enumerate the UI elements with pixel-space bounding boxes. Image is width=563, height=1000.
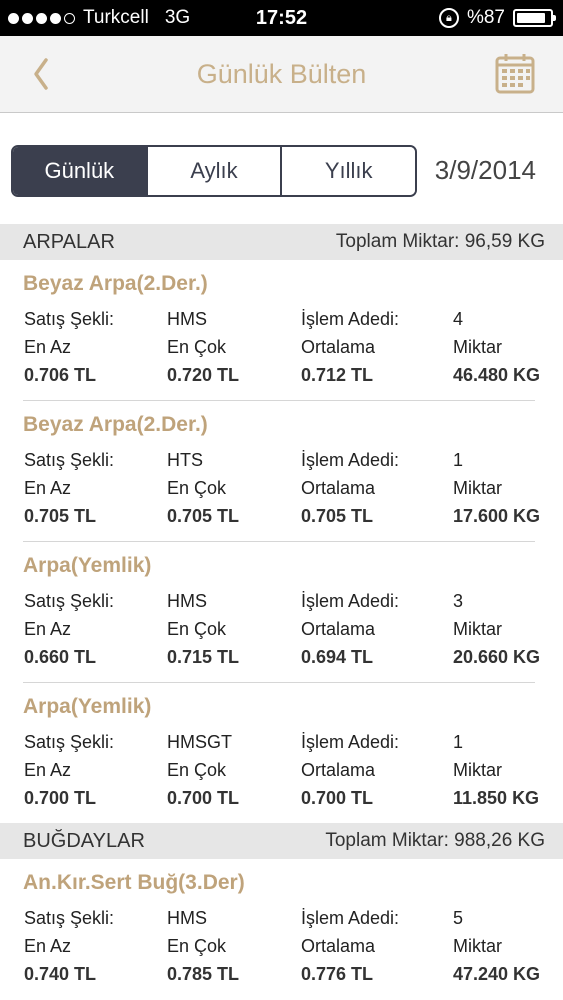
sale-type-label: Satış Şekli: xyxy=(24,450,115,470)
status-right: 🔒︎ %87 xyxy=(438,0,556,36)
rotation-lock-icon: 🔒︎ xyxy=(438,8,459,28)
max-label: En Çok xyxy=(167,619,227,639)
product-name: Arpa(Yemlik) xyxy=(23,554,152,577)
quantity-label: Miktar xyxy=(453,478,502,498)
max-label: En Çok xyxy=(167,760,227,780)
average-price: 0.700 TL xyxy=(301,788,374,808)
list-item[interactable]: An.Kır.Sert Buğ(3.Der) Satış Şekli: HMS … xyxy=(0,859,563,1000)
list-item[interactable]: Beyaz Arpa(2.Der.) Satış Şekli: HTS İşle… xyxy=(0,401,563,542)
min-label: En Az xyxy=(24,478,72,498)
quantity-value: 47.240 KG xyxy=(453,964,541,984)
min-price: 0.740 TL xyxy=(24,964,97,984)
product-name: Beyaz Arpa(2.Der.) xyxy=(23,413,208,436)
section-title: BUĞDAYLAR xyxy=(23,829,145,852)
max-label: En Çok xyxy=(167,478,227,498)
sale-type-value: HMS xyxy=(167,908,207,928)
transaction-count-value: 1 xyxy=(453,732,464,752)
min-label: En Az xyxy=(24,760,72,780)
quantity-value: 20.660 KG xyxy=(453,647,541,667)
battery-icon xyxy=(513,9,556,27)
section-total: Toplam Miktar: 96,59 KG xyxy=(335,231,545,252)
transaction-count-value: 4 xyxy=(453,309,464,329)
average-price: 0.776 TL xyxy=(301,964,374,984)
max-price: 0.700 TL xyxy=(167,788,240,808)
list-item[interactable]: Arpa(Yemlik) Satış Şekli: HMSGT İşlem Ad… xyxy=(0,683,563,824)
average-label: Ortalama xyxy=(301,760,376,780)
min-price: 0.705 TL xyxy=(24,506,97,526)
average-label: Ortalama xyxy=(301,619,376,639)
quantity-label: Miktar xyxy=(453,936,502,956)
min-label: En Az xyxy=(24,337,72,357)
sale-type-value: HTS xyxy=(167,450,203,470)
sale-type-label: Satış Şekli: xyxy=(24,591,115,611)
sale-type-value: HMS xyxy=(167,309,207,329)
segment-daily[interactable]: Günlük xyxy=(13,147,148,195)
min-label: En Az xyxy=(24,936,72,956)
average-label: Ortalama xyxy=(301,478,376,498)
average-price: 0.712 TL xyxy=(301,365,374,385)
segment-monthly[interactable]: Aylık xyxy=(147,147,283,195)
max-label: En Çok xyxy=(167,337,227,357)
section-title: ARPALAR xyxy=(23,230,115,253)
max-price: 0.785 TL xyxy=(167,964,240,984)
average-label: Ortalama xyxy=(301,337,376,357)
page-title: Günlük Bülten xyxy=(196,59,367,89)
product-name: Beyaz Arpa(2.Der.) xyxy=(23,272,208,295)
navigation-bar: Günlük Bülten xyxy=(0,36,563,113)
sale-type-value: HMSGT xyxy=(167,732,232,752)
transaction-count-value: 3 xyxy=(453,591,464,611)
section-header-bugdaylar: BUĞDAYLAR Toplam Miktar: 988,26 KG xyxy=(0,823,563,859)
sale-type-label: Satış Şekli: xyxy=(24,732,115,752)
transaction-count-label: İşlem Adedi: xyxy=(301,450,400,470)
min-price: 0.700 TL xyxy=(24,788,97,808)
max-label: En Çok xyxy=(167,936,227,956)
status-bar: Turkcell 3G 17:52 🔒︎ %87 xyxy=(0,0,563,36)
list-item[interactable]: Arpa(Yemlik) Satış Şekli: HMS İşlem Aded… xyxy=(0,542,563,683)
transaction-count-label: İşlem Adedi: xyxy=(301,732,400,752)
sale-type-value: HMS xyxy=(167,591,207,611)
average-price: 0.694 TL xyxy=(301,647,374,667)
calendar-button[interactable] xyxy=(495,52,535,94)
transaction-count-value: 5 xyxy=(453,908,464,928)
product-name: Arpa(Yemlik) xyxy=(23,695,152,718)
quantity-label: Miktar xyxy=(453,619,502,639)
section-header-arpalar: ARPALAR Toplam Miktar: 96,59 KG xyxy=(0,224,563,260)
average-price: 0.705 TL xyxy=(301,506,374,526)
transaction-count-label: İşlem Adedi: xyxy=(301,908,400,928)
max-price: 0.705 TL xyxy=(167,506,240,526)
transaction-count-label: İşlem Adedi: xyxy=(301,309,400,329)
sale-type-label: Satış Şekli: xyxy=(24,908,115,928)
transaction-count-value: 1 xyxy=(453,450,464,470)
quantity-value: 17.600 KG xyxy=(453,506,541,526)
sale-type-label: Satış Şekli: xyxy=(24,309,115,329)
calendar-icon xyxy=(495,54,535,94)
battery-percent: %87 xyxy=(466,7,505,28)
quantity-label: Miktar xyxy=(453,760,502,780)
selected-date[interactable]: 3/9/2014 xyxy=(435,155,536,186)
max-price: 0.715 TL xyxy=(167,647,240,667)
period-segmented-control: Günlük Aylık Yıllık xyxy=(11,145,417,197)
product-name: An.Kır.Sert Buğ(3.Der) xyxy=(23,871,245,894)
quantity-label: Miktar xyxy=(453,337,502,357)
max-price: 0.720 TL xyxy=(167,365,240,385)
list-item[interactable]: Beyaz Arpa(2.Der.) Satış Şekli: HMS İşle… xyxy=(0,260,563,401)
quantity-value: 11.850 KG xyxy=(453,788,540,808)
quantity-value: 46.480 KG xyxy=(453,365,541,385)
min-label: En Az xyxy=(24,619,72,639)
period-selector-area: Günlük Aylık Yıllık 3/9/2014 xyxy=(0,113,563,229)
section-total: Toplam Miktar: 988,26 KG xyxy=(325,830,545,851)
battery-fill xyxy=(517,13,545,23)
segment-yearly[interactable]: Yıllık xyxy=(282,147,415,195)
min-price: 0.706 TL xyxy=(24,365,97,385)
transaction-count-label: İşlem Adedi: xyxy=(301,591,400,611)
average-label: Ortalama xyxy=(301,936,376,956)
min-price: 0.660 TL xyxy=(24,647,97,667)
